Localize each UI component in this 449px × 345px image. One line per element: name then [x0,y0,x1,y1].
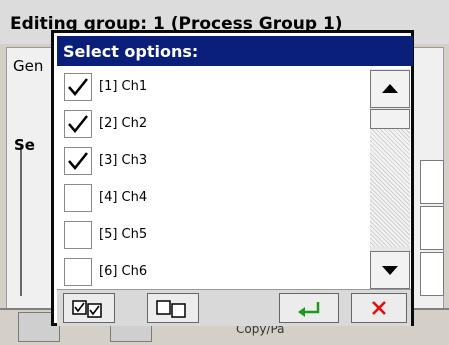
options-list: [1] Ch1 [2] Ch2 [3] Ch3 [4] Ch4 [5] Ch5 … [59,69,367,289]
select-all-button[interactable] [63,293,115,323]
group-box-border [20,146,22,296]
scrollbar-thumb[interactable] [370,109,410,129]
checkmark-icon [68,115,88,133]
checkbox[interactable] [64,73,92,101]
clear-all-icon [156,300,186,318]
list-item[interactable]: [3] Ch3 [59,143,367,181]
background-field-1[interactable] [420,160,444,204]
checkmark-icon [68,152,88,170]
list-item[interactable]: [1] Ch1 [59,69,367,107]
list-item[interactable]: [4] Ch4 [59,180,367,218]
option-label: [6] Ch6 [99,264,148,279]
background-field-2[interactable] [420,206,444,250]
enter-icon [298,302,320,317]
list-item[interactable]: [5] Ch5 [59,217,367,255]
scroll-down-button[interactable] [370,251,410,289]
dialog-title-bar: Select options: [57,36,413,66]
checkbox[interactable] [64,258,92,286]
select-options-dialog: Select options: [1] Ch1 [2] Ch2 [3] Ch3 … [51,30,414,326]
list-item[interactable]: [6] Ch6 [59,254,367,289]
vertical-scrollbar[interactable] [370,69,410,289]
dialog-title: Select options: [63,42,199,61]
checkbox[interactable] [64,184,92,212]
option-label: [2] Ch2 [99,116,148,131]
background-field-3[interactable] [420,252,444,296]
option-label: [3] Ch3 [99,153,148,168]
close-icon [372,301,386,315]
scroll-up-button[interactable] [370,70,410,108]
scrollbar-track[interactable] [370,129,410,247]
option-label: [4] Ch4 [99,190,148,205]
option-label: [1] Ch1 [99,79,148,94]
checkmark-icon [68,78,88,96]
option-label: [5] Ch5 [99,227,148,242]
ok-button[interactable] [279,293,339,323]
cancel-button[interactable] [351,293,407,323]
checkbox[interactable] [64,110,92,138]
select-all-icon [72,300,102,318]
list-item[interactable]: [2] Ch2 [59,106,367,144]
tab-general[interactable]: Gen [13,57,43,75]
triangle-down-icon [382,266,398,275]
clear-all-button[interactable] [147,293,199,323]
dialog-footer [57,289,411,326]
group-box-label: Se [14,136,35,154]
triangle-up-icon [382,84,398,93]
checkbox[interactable] [64,221,92,249]
checkbox[interactable] [64,147,92,175]
